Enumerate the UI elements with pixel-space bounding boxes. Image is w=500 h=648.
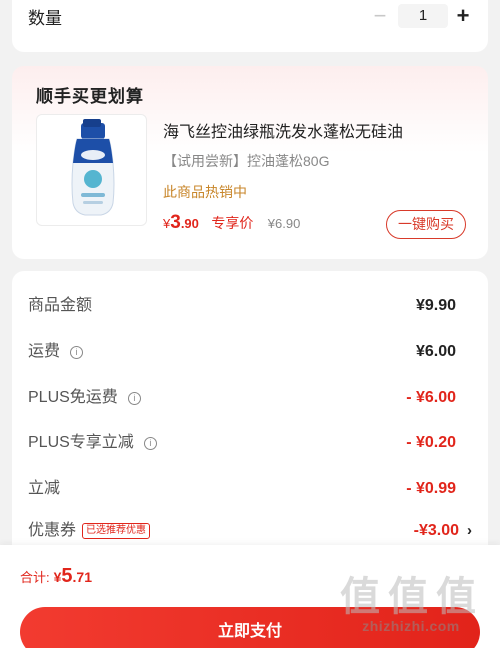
summary-value: - ¥6.00 [406, 389, 456, 406]
summary-label: 优惠券 [28, 522, 77, 539]
total-decimal: .71 [72, 569, 93, 585]
info-icon[interactable]: i [127, 392, 141, 405]
info-icon[interactable]: i [143, 437, 157, 450]
one-click-buy-button[interactable]: 一键购买 [386, 210, 466, 239]
quantity-minus-button[interactable]: − [372, 0, 388, 32]
quantity-plus-button[interactable]: + [454, 0, 472, 32]
quantity-card: 数量 − 1 + [12, 0, 488, 52]
product-hot-label: 此商品热销中 [163, 184, 247, 200]
total-integer: 5 [61, 565, 73, 587]
total-label: 合计: [20, 570, 50, 585]
product-price-row: ¥3.90 专享价 ¥6.90 [163, 212, 300, 236]
addon-title: 顺手买更划算 [36, 87, 144, 106]
summary-row-goods-amount: 商品金额 ¥9.90 [28, 293, 472, 319]
pay-now-button[interactable]: 立即支付 [20, 607, 480, 648]
exclusive-price-tag: 专享价 [211, 215, 254, 231]
summary-label: 运费 [28, 343, 61, 360]
product-name[interactable]: 海飞丝控油绿瓶洗发水蓬松无硅油 [163, 118, 403, 142]
summary-value: ¥9.90 [415, 297, 456, 314]
info-icon[interactable]: i [70, 346, 84, 359]
checkout-bar: 合计: ¥5.71 立即支付 [0, 545, 500, 648]
addon-card: 顺手买更划算 海飞丝控油绿瓶洗发水蓬松无硅油 【试用尝新】控油蓬松80G 此商品… [12, 66, 488, 259]
price-integer: 3 [170, 212, 181, 233]
summary-label: PLUS免运费 [28, 389, 118, 406]
summary-value: -¥3.00 [413, 522, 459, 539]
summary-row-plus-free-shipping: PLUS免运费 i - ¥6.00 [28, 385, 472, 411]
product-image[interactable] [36, 114, 147, 226]
summary-value: - ¥0.20 [406, 434, 456, 451]
summary-value: ¥6.00 [415, 343, 456, 360]
summary-row-coupon[interactable]: 优惠券 已选推荐优惠 -¥3.00 › [28, 518, 472, 544]
summary-row-plus-discount: PLUS专享立减 i - ¥0.20 [28, 430, 472, 456]
price-summary-card: 商品金额 ¥9.90 运费 i ¥6.00 PLUS免运费 i - ¥6.00 PL… [12, 271, 488, 571]
summary-label: 商品金额 [28, 297, 93, 314]
quantity-label: 数量 [28, 9, 62, 28]
summary-label: PLUS专享立减 [28, 434, 134, 451]
quantity-input[interactable]: 1 [398, 4, 448, 28]
summary-row-shipping: 运费 i ¥6.00 [28, 339, 472, 365]
coupon-badge: 已选推荐优惠 [82, 523, 151, 539]
product-spec: 【试用尝新】控油蓬松80G [163, 153, 330, 169]
chevron-right-icon[interactable]: › [467, 522, 472, 539]
total-price: 合计: ¥5.71 [20, 565, 92, 588]
price-decimal: .90 [180, 216, 199, 231]
shampoo-bottle-image [71, 119, 115, 216]
original-price: ¥6.90 [267, 216, 301, 231]
summary-label: 立减 [28, 480, 61, 497]
summary-value: - ¥0.99 [406, 480, 456, 497]
summary-row-instant-discount: 立减 - ¥0.99 [28, 476, 472, 502]
